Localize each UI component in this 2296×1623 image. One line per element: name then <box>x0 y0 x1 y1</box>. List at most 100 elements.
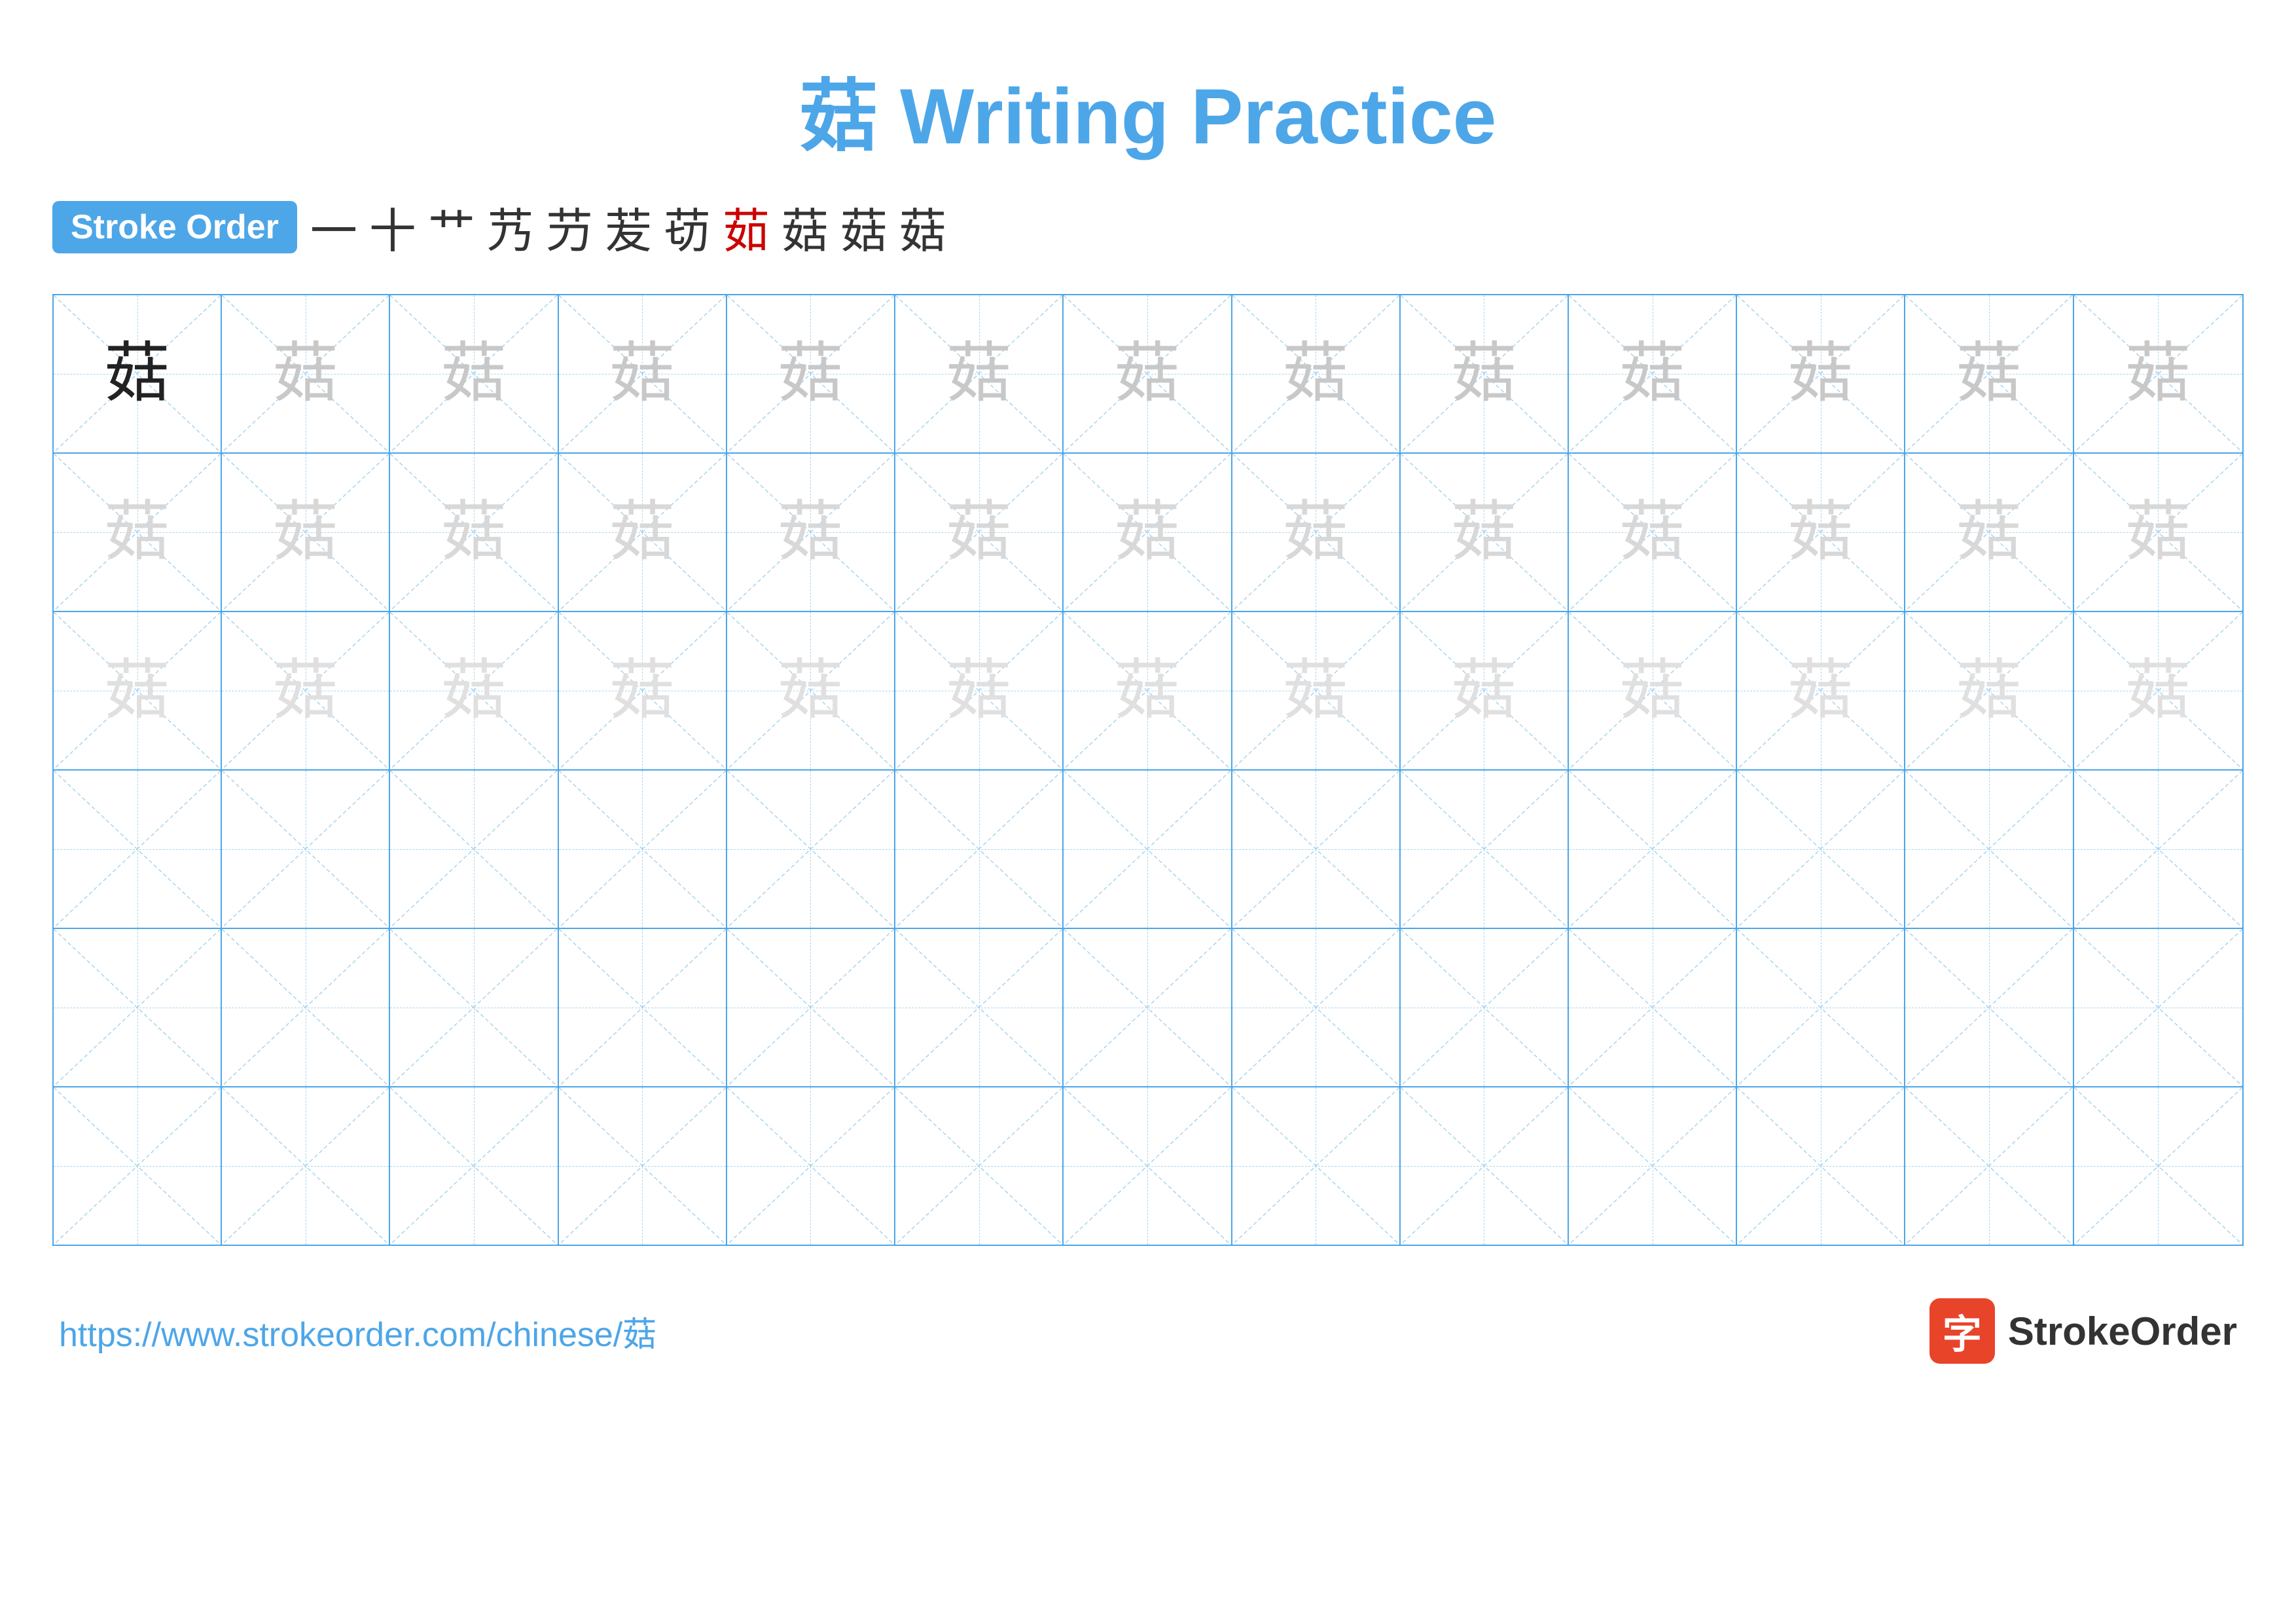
grid-cell[interactable]: 菇 <box>559 295 727 452</box>
practice-char: 菇 <box>441 341 507 407</box>
grid-cell[interactable]: 菇 <box>222 454 390 611</box>
grid-cell-empty[interactable] <box>54 1087 222 1245</box>
grid-cell[interactable]: 菇 <box>2074 612 2242 769</box>
grid-cell[interactable]: 菇 <box>222 295 390 452</box>
grid-cell[interactable]: 菇 <box>1064 454 1232 611</box>
grid-cell[interactable]: 菇 <box>727 454 895 611</box>
grid-cell-empty[interactable] <box>895 1087 1064 1245</box>
grid-cell-empty[interactable] <box>559 1087 727 1245</box>
practice-char: 菇 <box>1620 341 1685 407</box>
grid-cell[interactable]: 菇 <box>1232 295 1401 452</box>
grid-cell[interactable]: 菇 <box>2074 454 2242 611</box>
stroke-9: 菇 <box>781 192 829 261</box>
practice-char: 菇 <box>1620 658 1685 723</box>
practice-char: 菇 <box>2125 658 2191 723</box>
grid-cell-empty[interactable] <box>54 929 222 1086</box>
grid-cell[interactable]: 菇 <box>1569 612 1737 769</box>
grid-cell[interactable]: 菇 <box>54 454 222 611</box>
grid-cell-empty[interactable] <box>1064 929 1232 1086</box>
grid-cell-empty[interactable] <box>1737 929 1905 1086</box>
grid-cell[interactable]: 菇 <box>1064 612 1232 769</box>
grid-row-1: 菇 菇 菇 菇 菇 菇 菇 菇 <box>54 295 2242 454</box>
grid-cell[interactable]: 菇 <box>559 454 727 611</box>
grid-cell-empty[interactable] <box>1737 771 1905 928</box>
grid-cell-empty[interactable] <box>1905 1087 2073 1245</box>
grid-cell[interactable]: 菇 <box>1064 295 1232 452</box>
grid-cell[interactable]: 菇 <box>1232 454 1401 611</box>
grid-cell[interactable]: 菇 <box>895 295 1064 452</box>
grid-cell-empty[interactable] <box>222 771 390 928</box>
practice-char: 菇 <box>946 341 1012 407</box>
practice-char: 菇 <box>273 341 338 407</box>
grid-cell[interactable]: 菇 <box>727 295 895 452</box>
grid-cell[interactable]: 菇 <box>895 612 1064 769</box>
grid-cell[interactable]: 菇 <box>1569 295 1737 452</box>
grid-cell-empty[interactable] <box>1064 771 1232 928</box>
grid-cell-empty[interactable] <box>895 929 1064 1086</box>
grid-cell[interactable]: 菇 <box>1401 454 1569 611</box>
practice-char: 菇 <box>273 500 338 565</box>
grid-cell[interactable]: 菇 <box>222 612 390 769</box>
grid-cell-empty[interactable] <box>390 771 558 928</box>
grid-cell-empty[interactable] <box>390 1087 558 1245</box>
grid-cell-empty[interactable] <box>2074 929 2242 1086</box>
grid-cell-empty[interactable] <box>1064 1087 1232 1245</box>
stroke-order-badge: Stroke Order <box>52 201 297 253</box>
grid-cell[interactable]: 菇 <box>54 295 222 452</box>
grid-cell[interactable]: 菇 <box>1232 612 1401 769</box>
grid-cell-empty[interactable] <box>1401 1087 1569 1245</box>
grid-cell[interactable]: 菇 <box>1737 612 1905 769</box>
stroke-8: 茹 <box>723 192 770 261</box>
grid-cell-empty[interactable] <box>222 929 390 1086</box>
grid-cell[interactable]: 菇 <box>54 612 222 769</box>
grid-cell-empty[interactable] <box>390 929 558 1086</box>
grid-cell[interactable]: 菇 <box>1737 295 1905 452</box>
grid-cell[interactable]: 菇 <box>390 295 558 452</box>
practice-char: 菇 <box>1956 658 2022 723</box>
practice-char: 菇 <box>1956 341 2022 407</box>
practice-char: 菇 <box>105 341 170 407</box>
grid-cell[interactable]: 菇 <box>1737 454 1905 611</box>
grid-cell[interactable]: 菇 <box>559 612 727 769</box>
grid-cell-empty[interactable] <box>1232 771 1401 928</box>
grid-cell-empty[interactable] <box>1905 929 2073 1086</box>
grid-cell-empty[interactable] <box>1569 771 1737 928</box>
grid-cell-empty[interactable] <box>1905 771 2073 928</box>
stroke-2: 十 <box>369 192 416 261</box>
grid-cell-empty[interactable] <box>222 1087 390 1245</box>
grid-cell[interactable]: 菇 <box>2074 295 2242 452</box>
grid-cell[interactable]: 菇 <box>1401 612 1569 769</box>
grid-cell-empty[interactable] <box>2074 1087 2242 1245</box>
grid-cell[interactable]: 菇 <box>727 612 895 769</box>
grid-cell-empty[interactable] <box>1737 1087 1905 1245</box>
stroke-3: 艹 <box>428 192 475 261</box>
grid-cell-empty[interactable] <box>2074 771 2242 928</box>
footer-url-link[interactable]: https://www.strokeorder.com/chinese/菇 <box>59 1307 656 1356</box>
grid-cell[interactable]: 菇 <box>390 612 558 769</box>
grid-cell-empty[interactable] <box>1569 1087 1737 1245</box>
stroke-11: 菇 <box>899 192 946 261</box>
grid-cell[interactable]: 菇 <box>1905 454 2073 611</box>
grid-cell[interactable]: 菇 <box>390 454 558 611</box>
grid-cell[interactable]: 菇 <box>1905 612 2073 769</box>
grid-cell-empty[interactable] <box>1569 929 1737 1086</box>
grid-cell-empty[interactable] <box>727 771 895 928</box>
grid-cell-empty[interactable] <box>559 929 727 1086</box>
practice-char: 菇 <box>1283 341 1348 407</box>
grid-cell-empty[interactable] <box>54 771 222 928</box>
grid-cell-empty[interactable] <box>895 771 1064 928</box>
grid-cell[interactable]: 菇 <box>1905 295 2073 452</box>
grid-cell[interactable]: 菇 <box>1569 454 1737 611</box>
grid-cell-empty[interactable] <box>559 771 727 928</box>
strokeorder-logo-icon: 字 <box>1929 1298 1995 1364</box>
grid-cell-empty[interactable] <box>1232 1087 1401 1245</box>
grid-cell-empty[interactable] <box>727 1087 895 1245</box>
grid-cell-empty[interactable] <box>1232 929 1401 1086</box>
grid-cell[interactable]: 菇 <box>1401 295 1569 452</box>
grid-cell-empty[interactable] <box>1401 771 1569 928</box>
practice-char: 菇 <box>1620 500 1685 565</box>
grid-cell-empty[interactable] <box>727 929 895 1086</box>
footer: https://www.strokeorder.com/chinese/菇 字 … <box>52 1298 2244 1364</box>
grid-cell-empty[interactable] <box>1401 929 1569 1086</box>
grid-cell[interactable]: 菇 <box>895 454 1064 611</box>
